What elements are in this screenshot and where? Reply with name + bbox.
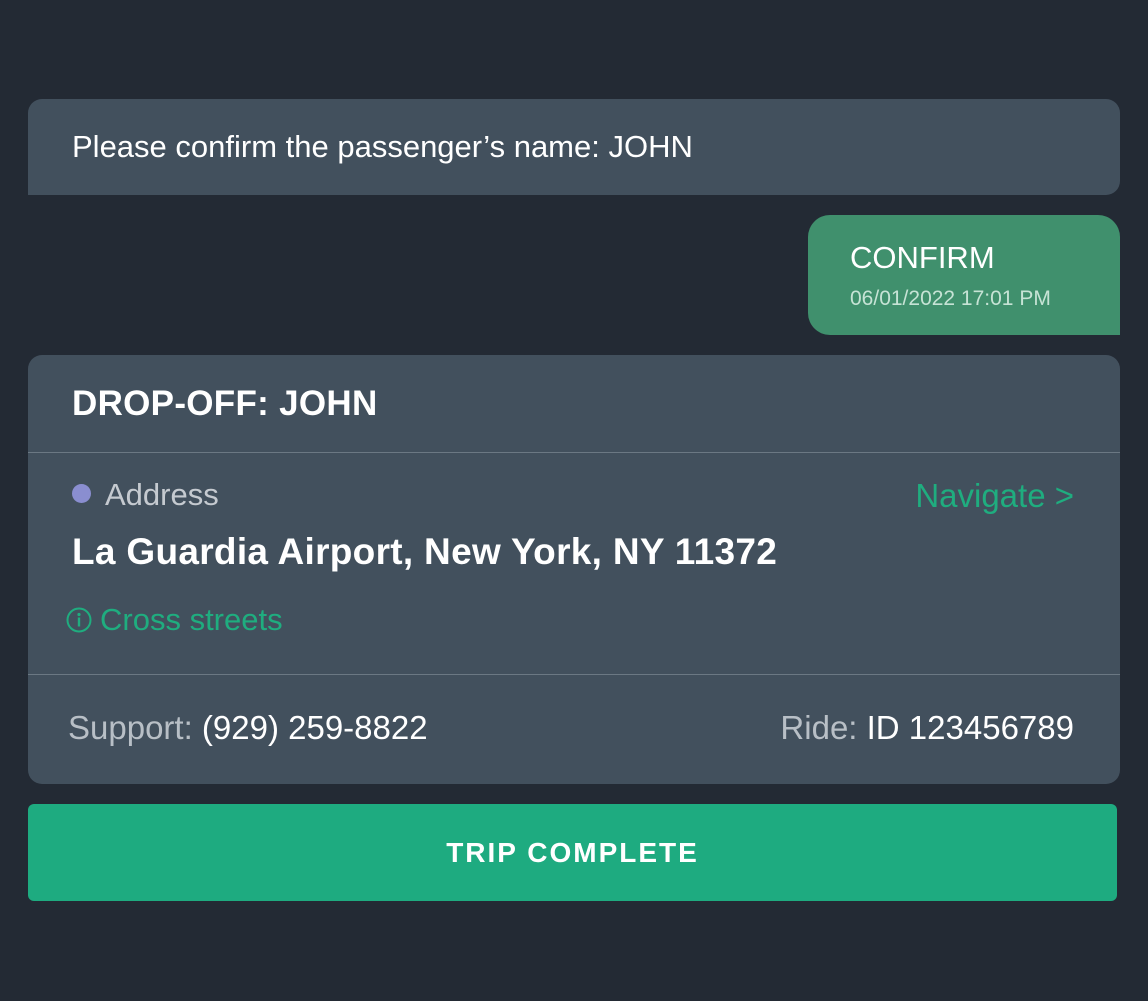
address-label-row: Address — [72, 477, 219, 513]
navigate-link[interactable]: Navigate > — [915, 477, 1074, 515]
ride-label: Ride: — [780, 709, 858, 746]
support-info: Support: (929) 259-8822 — [68, 709, 428, 747]
ride-id: ID 123456789 — [866, 709, 1074, 746]
info-icon — [66, 607, 92, 633]
confirm-reply-bubble: CONFIRM 06/01/2022 17:01 PM — [808, 215, 1120, 335]
dropoff-address-section: Address Navigate > La Guardia Airport, N… — [28, 453, 1120, 675]
confirm-reply-label: CONFIRM — [850, 240, 995, 275]
prompt-text: Please confirm the passenger’s name: JOH… — [72, 129, 693, 164]
address-value: La Guardia Airport, New York, NY 11372 — [72, 531, 778, 572]
cross-streets-label: Cross streets — [100, 602, 283, 637]
trip-complete-button[interactable]: TRIP COMPLETE — [28, 804, 1117, 901]
dropoff-card: DROP-OFF: JOHN Address Navigate > La Gua… — [28, 355, 1120, 784]
address-label: Address — [105, 477, 219, 512]
cross-streets-link[interactable]: Cross streets — [66, 602, 283, 638]
dropoff-card-footer: Support: (929) 259-8822 Ride: ID 1234567… — [28, 675, 1120, 783]
support-label: Support: — [68, 709, 193, 746]
support-phone[interactable]: (929) 259-8822 — [202, 709, 428, 746]
dropoff-title: DROP-OFF: JOHN — [28, 355, 1120, 453]
ride-info: Ride: ID 123456789 — [780, 709, 1074, 747]
passenger-name-prompt: Please confirm the passenger’s name: JOH… — [28, 99, 1120, 195]
address-dot-icon — [72, 483, 91, 503]
confirm-reply-timestamp: 06/01/2022 17:01 PM — [850, 287, 1051, 310]
